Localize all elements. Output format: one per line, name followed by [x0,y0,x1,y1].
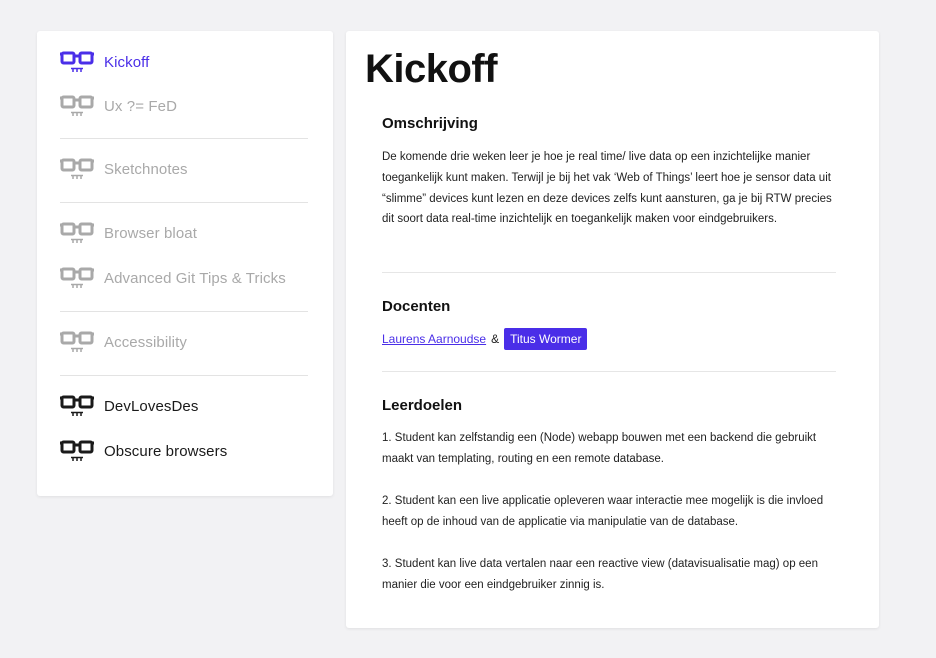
goal-item: 3. Student kan live data vertalen naar e… [382,558,818,591]
page-title: Kickoff [365,47,498,91]
goals-heading: Leerdoelen [382,397,463,414]
sidebar-item-browser-bloat[interactable]: Browser bloat [60,221,197,245]
glasses-icon [60,330,94,354]
sidebar-item-obscure-browsers[interactable]: Obscure browsers [60,439,227,463]
sidebar-item-label: Kickoff [104,53,150,71]
sidebar-item-label: DevLovesDes [104,397,199,415]
description-heading: Omschrijving [382,115,478,132]
sidebar-item-advanced-git[interactable]: Advanced Git Tips & Tricks [60,266,286,290]
teacher-badge-titus[interactable]: Titus Wormer [504,328,588,350]
description-text: De komende drie weken leer je hoe je rea… [382,151,832,226]
main-content: Kickoff Omschrijving De komende drie wek… [346,31,879,628]
glasses-icon [60,50,94,74]
section-divider [382,371,836,372]
sidebar-item-devlovesdes[interactable]: DevLovesDes [60,394,198,418]
glasses-icon [60,157,94,181]
goal-item: 1. Student kan zelfstandig een (Node) we… [382,432,817,465]
sidebar-divider [60,375,308,376]
sidebar-item-sketchnotes[interactable]: Sketchnotes [60,157,188,181]
sidebar-divider [60,138,308,139]
glasses-icon [60,394,94,418]
teacher-link-laurens[interactable]: Laurens Aarnoudse [382,332,486,346]
teacher-separator: & [491,332,500,346]
sidebar-item-label: Ux ?= FeD [104,97,178,115]
sidebar-item-label: Sketchnotes [104,160,188,178]
sidebar-divider [60,311,308,312]
glasses-icon [60,94,94,118]
sidebar-item-label: Browser bloat [104,224,198,242]
sidebar-item-label: Advanced Git Tips & Tricks [104,269,286,287]
glasses-icon [60,439,94,463]
sidebar-item-ux-fed[interactable]: Ux ?= FeD [60,94,177,118]
goal-item: 2. Student kan een live applicatie oplev… [382,495,824,528]
sidebar-item-accessibility[interactable]: Accessibility [60,330,187,354]
teachers-list: Laurens Aarnoudse & Titus Wormer [382,328,588,350]
section-divider [382,272,836,273]
sidebar: Kickoff Ux ?= FeD Sketchnotes Browser bl… [37,31,333,496]
sidebar-item-label: Accessibility [104,333,187,351]
sidebar-item-label: Obscure browsers [104,442,228,460]
sidebar-item-kickoff[interactable]: Kickoff [60,50,149,74]
glasses-icon [60,266,94,290]
teachers-heading: Docenten [382,298,451,315]
glasses-icon [60,221,94,245]
sidebar-divider [60,202,308,203]
